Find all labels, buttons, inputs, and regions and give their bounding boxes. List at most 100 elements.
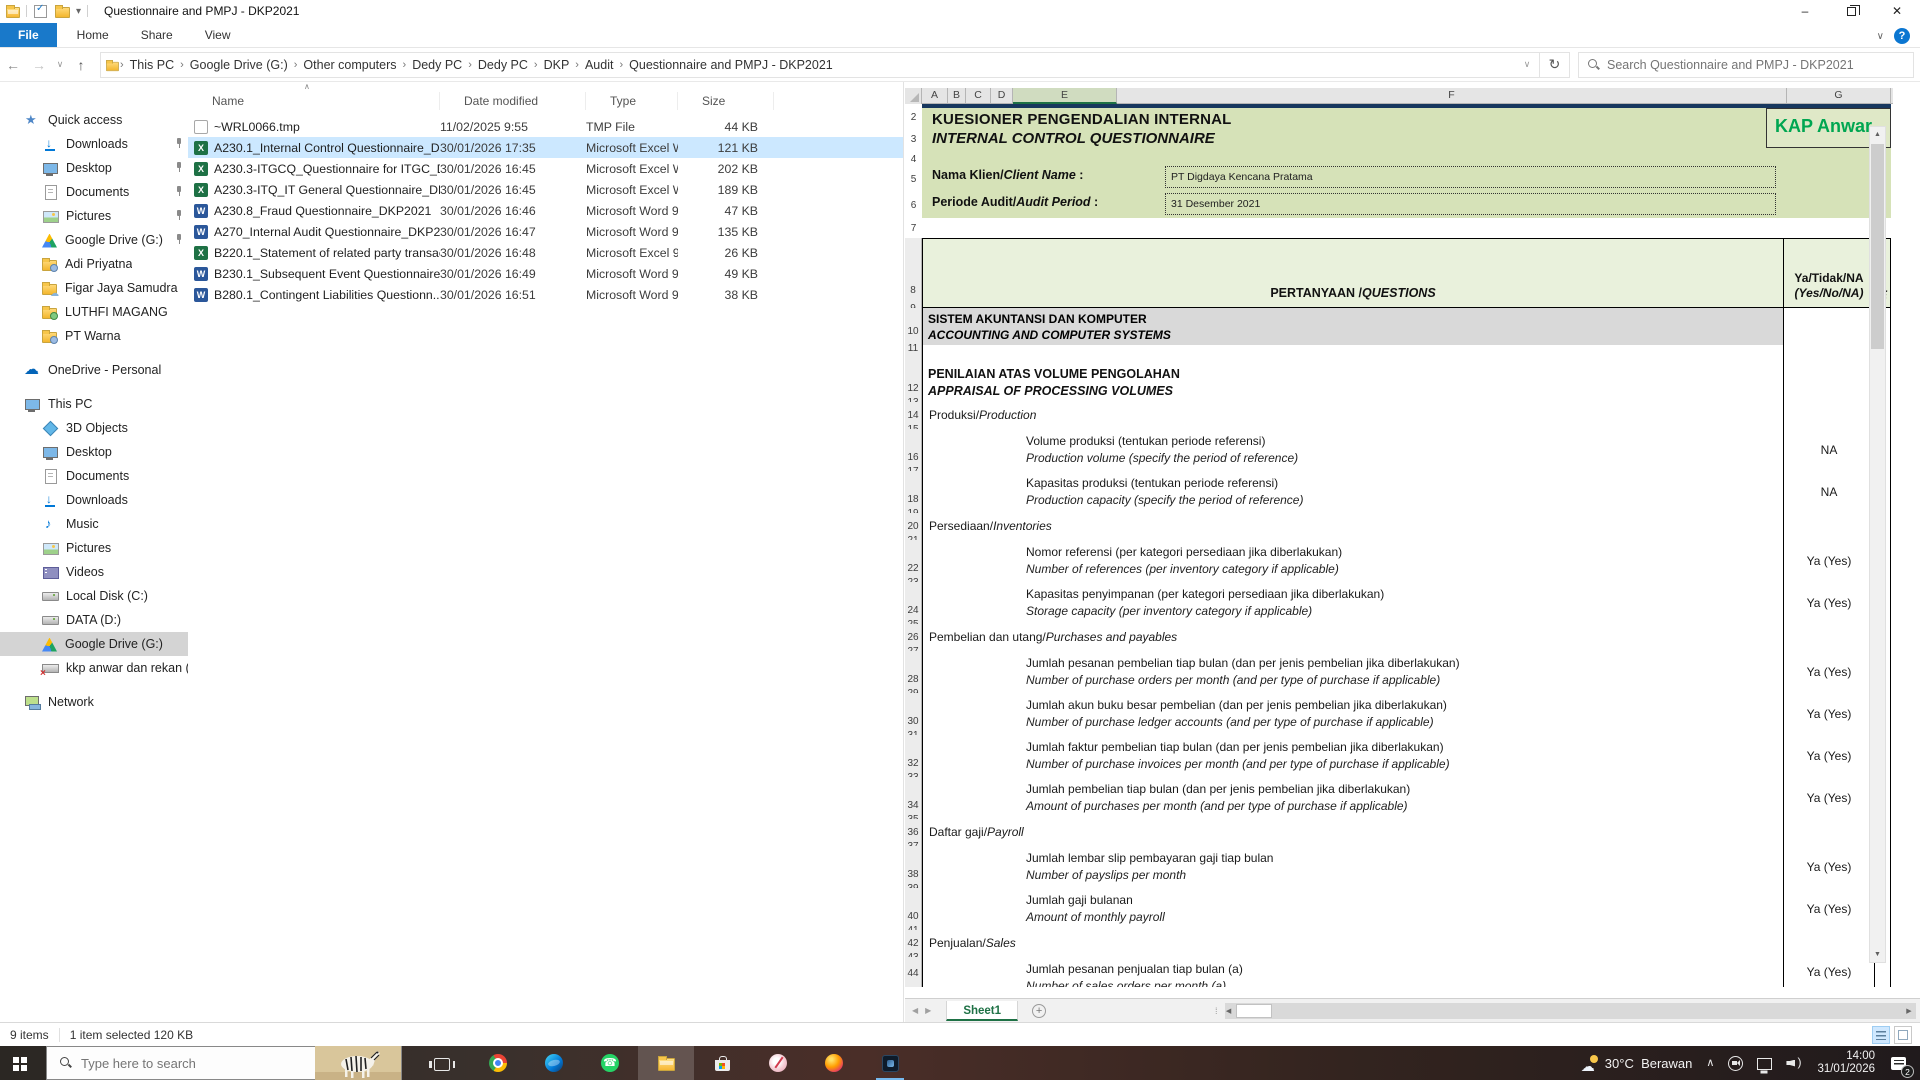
sidebar-group-network[interactable]: Network (0, 690, 188, 714)
file-row-b230-1-subsequent-event-questionnaire[interactable]: WB230.1_Subsequent Event Questionnaire_.… (188, 263, 903, 284)
weather-widget[interactable]: 30°C Berawan (1574, 1046, 1700, 1080)
column-header-name[interactable]: Name (188, 92, 440, 110)
sheet-nav-right-icon[interactable]: ▶ (925, 1006, 938, 1015)
preview-horizontal-scrollbar[interactable]: ⁞ ◀ ▶ (1225, 1003, 1916, 1019)
up-button[interactable]: ↑ (68, 57, 94, 73)
large-icons-view-icon[interactable] (1894, 1026, 1912, 1044)
recent-locations-chevron-icon[interactable]: ∨ (52, 59, 68, 70)
taskbar-app-dark-app[interactable] (862, 1046, 918, 1080)
sidebar-item-music[interactable]: Music (0, 512, 188, 536)
sidebar-item-data-d[interactable]: DATA (D:) (0, 608, 188, 632)
breadcrumb-item-other-computers[interactable]: Other computers (297, 58, 402, 72)
taskbar-app-file-explorer[interactable] (638, 1046, 694, 1080)
address-bar[interactable]: › This PC›Google Drive (G:)›Other comput… (100, 52, 1540, 78)
preview-vertical-scrollbar[interactable]: ▲ ▼ (1869, 126, 1886, 963)
sidebar-item-figar-jaya-samudra[interactable]: Figar Jaya Samudra (0, 276, 188, 300)
breadcrumb-item-dedy-pc[interactable]: Dedy PC (406, 58, 468, 72)
clock[interactable]: 14:00 31/01/2026 (1809, 1050, 1883, 1076)
sidebar-item-local-disk-c[interactable]: Local Disk (C:) (0, 584, 188, 608)
meet-now-button[interactable] (1721, 1046, 1750, 1080)
taskbar-app-task-view[interactable] (414, 1046, 470, 1080)
tab-file[interactable]: File (0, 23, 57, 47)
file-row-a230-3-itgcq-questionnaire-for-itgc-dk[interactable]: XA230.3-ITGCQ_Questionnaire for ITGC_DK.… (188, 158, 903, 179)
file-row-a230-3-itq-it-general-questionnaire-dk[interactable]: XA230.3-ITQ_IT General Questionnaire_DK.… (188, 179, 903, 200)
sidebar-item-documents[interactable]: Documents (0, 464, 188, 488)
quick-access-properties-icon[interactable] (33, 3, 49, 19)
breadcrumb-item-audit[interactable]: Audit (579, 58, 620, 72)
sidebar-group-this-pc[interactable]: This PC (0, 392, 188, 416)
preview-pane-divider[interactable] (903, 82, 904, 1022)
back-button[interactable]: ← (0, 57, 26, 73)
taskbar-app-chrome[interactable] (470, 1046, 526, 1080)
scrollbar-grip-dots[interactable]: ⁞ (1215, 1006, 1219, 1016)
refresh-button[interactable]: ↻ (1540, 52, 1570, 78)
column-header-type[interactable]: Type (586, 92, 678, 110)
breadcrumb-item-dkp[interactable]: DKP (538, 58, 576, 72)
explorer-search-box[interactable] (1578, 52, 1914, 78)
column-header-size[interactable]: Size (678, 92, 774, 110)
sidebar-item-desktop[interactable]: Desktop (0, 440, 188, 464)
sheet-tab-sheet1[interactable]: Sheet1 (946, 1001, 1018, 1021)
customize-toolbar-chevron-icon[interactable]: ▾ (76, 6, 81, 17)
sidebar-group-onedrive-personal[interactable]: OneDrive - Personal (0, 358, 188, 382)
taskbar-app-edge[interactable] (526, 1046, 582, 1080)
sidebar-item-videos[interactable]: Videos (0, 560, 188, 584)
taskbar-search-box[interactable] (46, 1046, 402, 1080)
sidebar-item-pictures[interactable]: Pictures (0, 204, 188, 228)
sidebar-item-pt-warna[interactable]: PT Warna (0, 324, 188, 348)
file-row-a230-8-fraud-questionnaire-dkp2021[interactable]: WA230.8_Fraud Questionnaire_DKP202130/01… (188, 200, 903, 221)
collapse-ribbon-chevron-icon[interactable]: ∨ (1877, 31, 1884, 42)
scroll-right-arrow-icon[interactable]: ▶ (1902, 1007, 1916, 1015)
sidebar-item-kkp-anwar-dan-rekan-1[interactable]: kkp anwar dan rekan (\\1 (0, 656, 188, 680)
taskbar-app-whatsapp[interactable] (582, 1046, 638, 1080)
tab-home[interactable]: Home (61, 23, 125, 47)
minimize-button[interactable]: – (1782, 0, 1828, 22)
tab-share[interactable]: Share (125, 23, 189, 47)
scroll-left-arrow-icon[interactable]: ◀ (1222, 1007, 1236, 1015)
sidebar-item-downloads[interactable]: Downloads (0, 488, 188, 512)
help-icon[interactable]: ? (1894, 28, 1910, 44)
sidebar-group-quick-access[interactable]: Quick access (0, 108, 188, 132)
file-row-b280-1-contingent-liabilities-questionn[interactable]: WB280.1_Contingent Liabilities Questionn… (188, 284, 903, 305)
horizontal-scroll-thumb[interactable] (1236, 1004, 1272, 1018)
breadcrumb-item-google-drive-g[interactable]: Google Drive (G:) (184, 58, 294, 72)
sidebar-item-pictures[interactable]: Pictures (0, 536, 188, 560)
forward-button[interactable]: → (26, 57, 52, 73)
sidebar-item-documents[interactable]: Documents (0, 180, 188, 204)
address-dropdown-chevron-icon[interactable]: ∨ (1519, 59, 1535, 70)
network-tray-button[interactable] (1750, 1046, 1779, 1080)
sidebar-item-desktop[interactable]: Desktop (0, 156, 188, 180)
breadcrumb-item-this-pc[interactable]: This PC (124, 58, 180, 72)
tab-view[interactable]: View (189, 23, 247, 47)
maximize-button[interactable] (1828, 0, 1874, 22)
taskbar-app-firefox[interactable] (806, 1046, 862, 1080)
column-header-date-modified[interactable]: Date modified (440, 92, 586, 110)
start-button[interactable] (0, 1046, 46, 1080)
file-row-a230-1-internal-control-questionnaire-d[interactable]: XA230.1_Internal Control Questionnaire_D… (188, 137, 903, 158)
taskbar-app-microsoft-store[interactable] (694, 1046, 750, 1080)
sidebar-item-luthfi-magang[interactable]: LUTHFI MAGANG (0, 300, 188, 324)
search-highlight-zebra[interactable] (315, 1046, 401, 1080)
quick-access-new-folder-icon[interactable] (55, 7, 70, 18)
vertical-scroll-thumb[interactable] (1871, 144, 1884, 349)
close-button[interactable]: ✕ (1874, 0, 1920, 22)
file-row-b220-1-statement-of-related-party-transac[interactable]: XB220.1_Statement of related party trans… (188, 242, 903, 263)
file-row-wrl0066-tmp[interactable]: ~WRL0066.tmp11/02/2025 9:55TMP File44 KB (188, 116, 903, 137)
notification-center-button[interactable]: 2 (1883, 1046, 1920, 1080)
sheet-nav-left-icon[interactable]: ◀ (905, 1006, 925, 1015)
sidebar-item-adi-priyatna[interactable]: Adi Priyatna (0, 252, 188, 276)
sidebar-item-downloads[interactable]: Downloads (0, 132, 188, 156)
scroll-down-arrow-icon[interactable]: ▼ (1870, 947, 1885, 962)
file-row-a270-internal-audit-questionnaire-dkp2[interactable]: WA270_Internal Audit Questionnaire_DKP2.… (188, 221, 903, 242)
sidebar-item-google-drive-g[interactable]: Google Drive (G:) (0, 632, 188, 656)
explorer-search-input[interactable] (1607, 58, 1905, 72)
breadcrumb-item-dedy-pc[interactable]: Dedy PC (472, 58, 534, 72)
scroll-up-arrow-icon[interactable]: ▲ (1870, 127, 1885, 142)
taskbar-app-pink-feather-app[interactable] (750, 1046, 806, 1080)
details-view-icon[interactable] (1872, 1026, 1890, 1044)
sidebar-item-3d-objects[interactable]: 3D Objects (0, 416, 188, 440)
volume-button[interactable] (1779, 1046, 1809, 1080)
sidebar-item-google-drive-g[interactable]: Google Drive (G:) (0, 228, 188, 252)
hidden-icons-button[interactable]: ∧ (1699, 1046, 1721, 1080)
breadcrumb-item-questionnaire-and-pmpj-dkp2021[interactable]: Questionnaire and PMPJ - DKP2021 (623, 58, 839, 72)
